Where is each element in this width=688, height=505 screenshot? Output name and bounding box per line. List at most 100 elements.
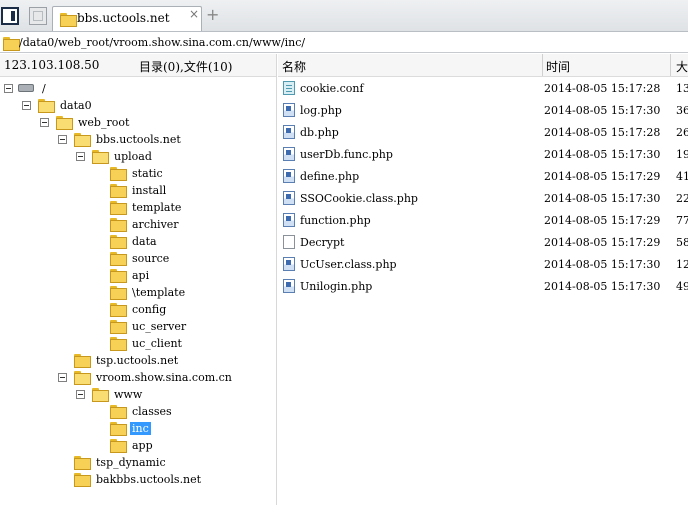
tree-node-label[interactable]: config (130, 303, 168, 316)
tree-node-label[interactable]: inc (130, 422, 151, 435)
folder-icon (74, 456, 91, 470)
column-divider[interactable] (670, 54, 671, 76)
tree-node-label[interactable]: uc_server (130, 320, 188, 333)
file-size: 49 (676, 280, 688, 293)
tree-node[interactable]: data (94, 233, 270, 250)
tree-node-label[interactable]: bbs.uctools.net (94, 133, 183, 146)
tree-node[interactable]: www (76, 386, 270, 403)
file-row[interactable]: db.php 2014-08-05 15:17:28 26 (278, 122, 688, 144)
php-file-icon (283, 125, 295, 139)
tree-node[interactable]: upload (76, 148, 270, 165)
tree-node-label[interactable]: static (130, 167, 165, 180)
tree-node-label[interactable]: / (40, 82, 48, 95)
file-name: define.php (300, 170, 360, 183)
file-row[interactable]: define.php 2014-08-05 15:17:29 414 (278, 166, 688, 188)
panel-toggle-button[interactable] (1, 7, 19, 25)
file-row[interactable]: SSOCookie.class.php 2014-08-05 15:17:30 22… (278, 188, 688, 210)
tab-bbs-uctools[interactable]: bbs.uctools.net (52, 6, 202, 31)
folder-icon (110, 422, 127, 436)
tree-node[interactable]: web_root (40, 114, 270, 131)
tree-node-label[interactable]: www (112, 388, 144, 401)
tab-bar: bbs.uctools.net × + (0, 0, 688, 32)
file-row[interactable]: cookie.conf 2014-08-05 15:17:28 130 (278, 78, 688, 100)
tree-node[interactable]: \template (94, 284, 270, 301)
file-time: 2014-08-05 15:17:29 (544, 170, 661, 183)
file-name: log.php (300, 104, 342, 117)
tree-node[interactable]: app (94, 437, 270, 454)
tree-node-label[interactable]: upload (112, 150, 154, 163)
tree-node-label[interactable]: install (130, 184, 168, 197)
folder-icon (110, 252, 127, 266)
file-row[interactable]: Decrypt 2014-08-05 15:17:29 588 (278, 232, 688, 254)
tree-node-label[interactable]: api (130, 269, 151, 282)
tree-node-label[interactable]: data (130, 235, 159, 248)
tree-node[interactable]: / (4, 80, 270, 97)
file-name: Unilogin.php (300, 280, 373, 293)
tree-node-label[interactable]: tsp.uctools.net (94, 354, 180, 367)
file-row[interactable]: Unilogin.php 2014-08-05 15:17:30 49 (278, 276, 688, 298)
tree-node-label[interactable]: vroom.show.sina.com.cn (94, 371, 234, 384)
folder-open-icon (74, 133, 91, 147)
collapse-toggle-icon[interactable] (76, 152, 85, 161)
tree-node[interactable]: tsp.uctools.net (58, 352, 270, 369)
collapse-toggle-icon[interactable] (76, 390, 85, 399)
file-name: cookie.conf (300, 82, 364, 95)
tree-node-label[interactable]: template (130, 201, 183, 214)
tree-node[interactable]: tsp_dynamic (58, 454, 270, 471)
file-time: 2014-08-05 15:17:30 (544, 192, 661, 205)
pane-splitter[interactable] (276, 54, 277, 505)
folder-icon (110, 235, 127, 249)
tree-node-label[interactable]: \template (130, 286, 187, 299)
tree-node[interactable]: uc_server (94, 318, 270, 335)
tree-node[interactable]: template (94, 199, 270, 216)
tab-close-icon[interactable]: × (189, 7, 199, 21)
column-divider[interactable] (542, 54, 543, 76)
column-header-name[interactable]: 名称 (282, 58, 306, 75)
file-size: 220 (676, 192, 688, 205)
tree-node-label[interactable]: archiver (130, 218, 181, 231)
tree-node[interactable]: uc_client (94, 335, 270, 352)
folder-open-icon (38, 99, 55, 113)
secondary-tab-button[interactable] (29, 7, 47, 25)
file-size: 130 (676, 82, 688, 95)
tree-node[interactable]: install (94, 182, 270, 199)
tree-node-label[interactable]: classes (130, 405, 174, 418)
tree-node[interactable]: bbs.uctools.net (58, 131, 270, 148)
file-time: 2014-08-05 15:17:30 (544, 104, 661, 117)
tree-node[interactable]: classes (94, 403, 270, 420)
tree-node-label[interactable]: source (130, 252, 171, 265)
collapse-toggle-icon[interactable] (22, 101, 31, 110)
folder-icon (110, 320, 127, 334)
tree-node-label[interactable]: uc_client (130, 337, 184, 350)
current-path[interactable]: /data0/web_root/vroom.show.sina.com.cn/w… (19, 36, 305, 49)
collapse-toggle-icon[interactable] (58, 373, 67, 382)
column-header-size[interactable]: 大 (676, 58, 688, 75)
new-tab-button[interactable]: + (206, 7, 219, 23)
collapse-toggle-icon[interactable] (4, 84, 13, 93)
file-time: 2014-08-05 15:17:30 (544, 148, 661, 161)
php-file-icon (283, 169, 295, 183)
tree-node[interactable]: inc (94, 420, 270, 437)
tree-node[interactable]: data0 (22, 97, 270, 114)
tree-node-label[interactable]: tsp_dynamic (94, 456, 168, 469)
tree-node[interactable]: archiver (94, 216, 270, 233)
folder-icon (110, 286, 127, 300)
tree-node-label[interactable]: web_root (76, 116, 131, 129)
column-header-time[interactable]: 时间 (546, 58, 570, 75)
collapse-toggle-icon[interactable] (58, 135, 67, 144)
tree-node[interactable]: api (94, 267, 270, 284)
tree-node[interactable]: static (94, 165, 270, 182)
collapse-toggle-icon[interactable] (40, 118, 49, 127)
file-row[interactable]: function.php 2014-08-05 15:17:29 770 (278, 210, 688, 232)
tree-node-label[interactable]: app (130, 439, 155, 452)
tree-node-label[interactable]: bakbbs.uctools.net (94, 473, 203, 486)
file-row[interactable]: userDb.func.php 2014-08-05 15:17:30 194 (278, 144, 688, 166)
path-bar[interactable]: /data0/web_root/vroom.show.sina.com.cn/w… (0, 32, 688, 53)
tree-node[interactable]: config (94, 301, 270, 318)
tree-node[interactable]: bakbbs.uctools.net (58, 471, 270, 488)
file-row[interactable]: log.php 2014-08-05 15:17:30 36 (278, 100, 688, 122)
tree-node[interactable]: source (94, 250, 270, 267)
tree-node[interactable]: vroom.show.sina.com.cn (58, 369, 270, 386)
tree-node-label[interactable]: data0 (58, 99, 94, 112)
file-row[interactable]: UcUser.class.php 2014-08-05 15:17:30 129 (278, 254, 688, 276)
